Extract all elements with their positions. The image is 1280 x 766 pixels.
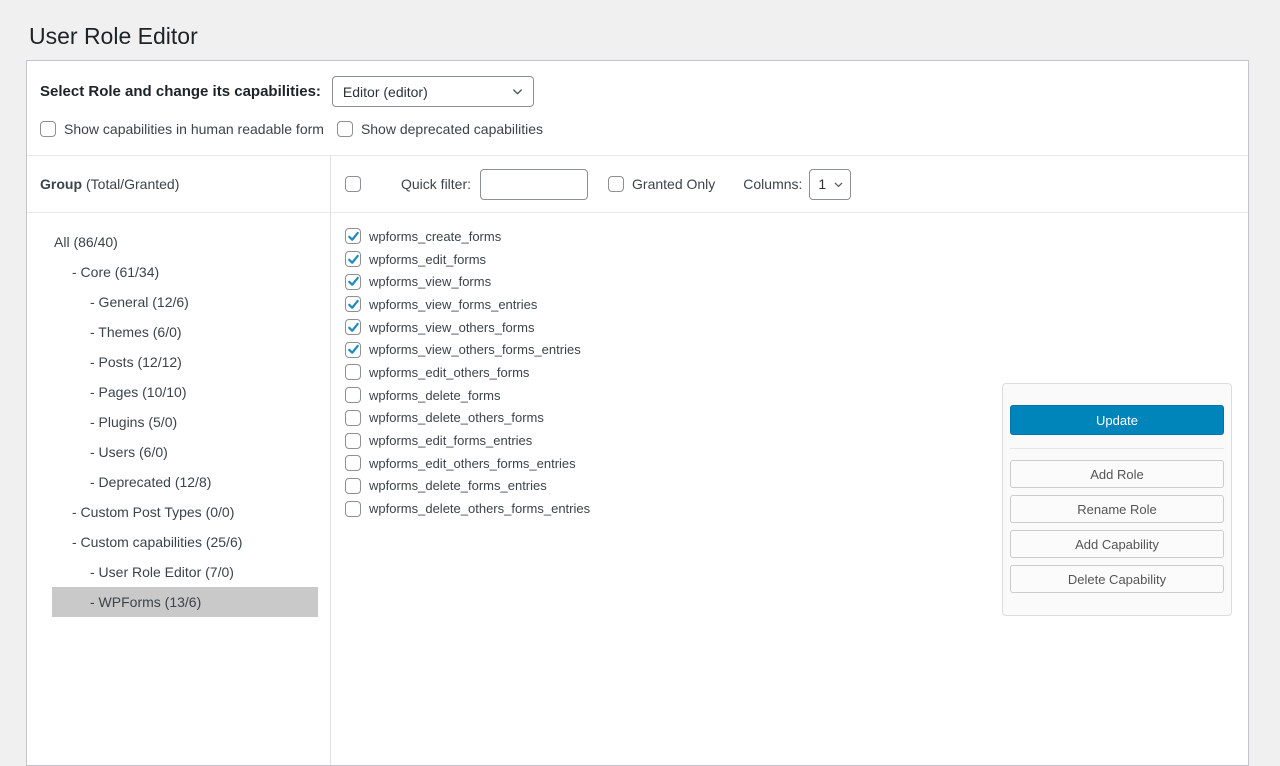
chevron-down-icon	[510, 84, 525, 99]
capability-label: wpforms_view_others_forms_entries	[369, 342, 581, 357]
actions-panel: Update Add Role Rename Role Add Capabili…	[1002, 383, 1232, 616]
capability-label: wpforms_edit_others_forms_entries	[369, 456, 576, 471]
capability-label: wpforms_edit_others_forms	[369, 365, 529, 380]
capability-row[interactable]: wpforms_view_forms_entries	[345, 293, 1248, 316]
rename-role-button[interactable]: Rename Role	[1010, 495, 1224, 523]
select-role-label: Select Role and change its capabilities:	[40, 83, 321, 100]
granted-only-checkbox[interactable]	[608, 176, 624, 192]
check-icon	[347, 321, 360, 334]
check-icon	[347, 230, 360, 243]
role-section: Select Role and change its capabilities:…	[27, 61, 1248, 156]
capability-row[interactable]: wpforms_view_forms	[345, 270, 1248, 293]
role-select-value: Editor (editor)	[343, 84, 428, 100]
check-icon	[347, 298, 360, 311]
group-tree-item[interactable]: - Posts (12/12)	[52, 347, 318, 377]
delete-capability-button[interactable]: Delete Capability	[1010, 565, 1224, 593]
group-tree-item[interactable]: - Custom Post Types (0/0)	[52, 497, 318, 527]
capability-checkbox[interactable]	[345, 387, 361, 403]
capability-label: wpforms_view_others_forms	[369, 320, 534, 335]
quick-filter-input[interactable]	[480, 169, 588, 200]
capability-checkbox[interactable]	[345, 296, 361, 312]
deprecated-checkbox[interactable]	[337, 121, 353, 137]
capability-checkbox[interactable]	[345, 478, 361, 494]
capability-row[interactable]: wpforms_view_others_forms_entries	[345, 338, 1248, 361]
group-tree-item[interactable]: - General (12/6)	[52, 287, 318, 317]
add-role-button[interactable]: Add Role	[1010, 460, 1224, 488]
add-capability-button[interactable]: Add Capability	[1010, 530, 1224, 558]
check-icon	[347, 343, 360, 356]
capability-label: wpforms_view_forms	[369, 274, 491, 289]
group-tree: All (86/40)- Core (61/34)- General (12/6…	[27, 213, 331, 765]
capability-label: wpforms_delete_others_forms_entries	[369, 501, 590, 516]
capability-row[interactable]: wpforms_edit_forms	[345, 248, 1248, 271]
group-tree-item[interactable]: - Pages (10/10)	[52, 377, 318, 407]
columns-select[interactable]: 1	[809, 169, 851, 200]
group-header: Group (Total/Granted)	[27, 156, 331, 212]
capability-row[interactable]: wpforms_edit_others_forms	[345, 361, 1248, 384]
filter-bar: Quick filter: Granted Only Columns: 1	[331, 156, 1248, 212]
deprecated-label: Show deprecated capabilities	[361, 121, 543, 137]
human-readable-label: Show capabilities in human readable form	[64, 121, 324, 137]
group-tree-item[interactable]: - Themes (6/0)	[52, 317, 318, 347]
capability-checkbox[interactable]	[345, 228, 361, 244]
filter-section: Group (Total/Granted) Quick filter: Gran…	[27, 156, 1248, 213]
group-tree-item[interactable]: - Core (61/34)	[52, 257, 318, 287]
capability-label: wpforms_delete_forms	[369, 388, 501, 403]
update-button[interactable]: Update	[1010, 405, 1224, 435]
user-role-editor-panel: Select Role and change its capabilities:…	[26, 60, 1249, 766]
page-title: User Role Editor	[26, 0, 1249, 60]
capability-row[interactable]: wpforms_create_forms	[345, 225, 1248, 248]
granted-only-label: Granted Only	[632, 176, 715, 192]
group-tree-item[interactable]: - WPForms (13/6)	[52, 587, 318, 617]
deprecated-option: Show deprecated capabilities	[337, 121, 543, 137]
page-wrap: User Role Editor Select Role and change …	[26, 0, 1249, 766]
human-readable-option: Show capabilities in human readable form	[40, 121, 324, 137]
capability-checkbox[interactable]	[345, 364, 361, 380]
select-all-checkbox[interactable]	[345, 176, 361, 192]
capabilities-list: wpforms_create_forms wpforms_edit_forms …	[331, 213, 1248, 765]
capability-label: wpforms_edit_forms_entries	[369, 433, 532, 448]
capability-row[interactable]: wpforms_view_others_forms	[345, 316, 1248, 339]
group-tree-item[interactable]: - User Role Editor (7/0)	[52, 557, 318, 587]
group-tree-item[interactable]: - Users (6/0)	[52, 437, 318, 467]
actions-divider	[1010, 448, 1224, 449]
group-header-title: Group	[40, 176, 82, 192]
capability-checkbox[interactable]	[345, 251, 361, 267]
group-header-suffix: (Total/Granted)	[86, 176, 179, 192]
capability-label: wpforms_delete_others_forms	[369, 410, 544, 425]
capability-checkbox[interactable]	[345, 342, 361, 358]
check-icon	[347, 275, 360, 288]
content-section: All (86/40)- Core (61/34)- General (12/6…	[27, 213, 1248, 765]
group-tree-item[interactable]: - Deprecated (12/8)	[52, 467, 318, 497]
columns-label: Columns:	[743, 176, 802, 192]
quick-filter-label: Quick filter:	[401, 176, 471, 192]
chevron-down-icon	[832, 178, 845, 191]
check-icon	[347, 253, 360, 266]
role-select[interactable]: Editor (editor)	[332, 76, 534, 107]
group-tree-item[interactable]: All (86/40)	[52, 227, 318, 257]
capability-checkbox[interactable]	[345, 410, 361, 426]
columns-select-value: 1	[818, 176, 826, 192]
capability-label: wpforms_edit_forms	[369, 252, 486, 267]
capability-label: wpforms_create_forms	[369, 229, 501, 244]
capability-label: wpforms_delete_forms_entries	[369, 478, 547, 493]
capability-label: wpforms_view_forms_entries	[369, 297, 537, 312]
capability-checkbox[interactable]	[345, 455, 361, 471]
group-tree-item[interactable]: - Custom capabilities (25/6)	[52, 527, 318, 557]
capability-checkbox[interactable]	[345, 501, 361, 517]
group-tree-item[interactable]: - Plugins (5/0)	[52, 407, 318, 437]
human-readable-checkbox[interactable]	[40, 121, 56, 137]
capability-checkbox[interactable]	[345, 274, 361, 290]
capability-checkbox[interactable]	[345, 319, 361, 335]
capability-checkbox[interactable]	[345, 433, 361, 449]
